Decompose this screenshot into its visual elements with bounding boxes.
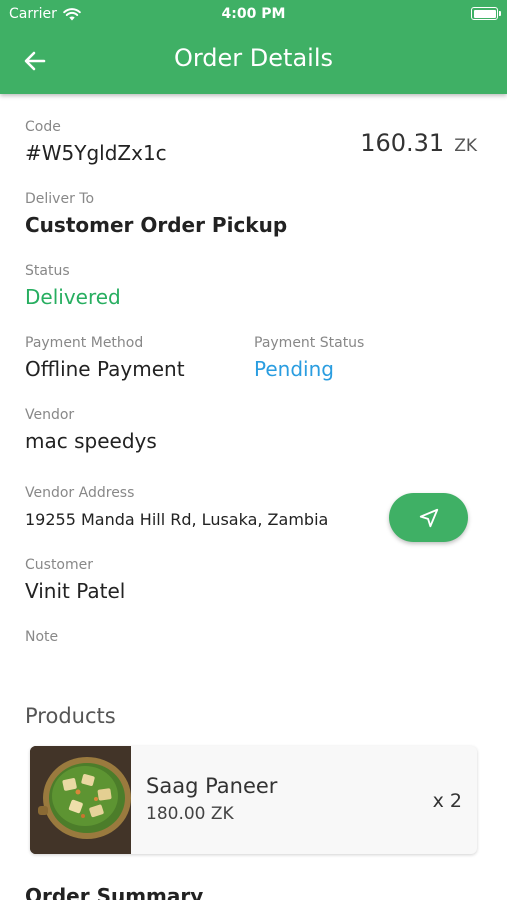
vendor-address-field: Vendor Address 19255 Manda Hill Rd, Lusa…	[25, 485, 328, 529]
vendor-field: Vendor mac speedys	[25, 407, 157, 453]
payment-status-field: Payment Status Pending	[254, 335, 364, 381]
page-title: Order Details	[173, 44, 334, 72]
payment-method-label: Payment Method	[25, 335, 144, 351]
status-field: Status Delivered	[25, 263, 121, 309]
deliver-to-value: Customer Order Pickup	[25, 213, 288, 237]
payment-method-value: Offline Payment	[25, 357, 185, 381]
status-time: 4:00 PM	[221, 6, 286, 22]
note-field: Note	[25, 629, 58, 651]
order-summary-heading: Order Summary	[25, 884, 204, 900]
customer-value: Vinit Patel	[25, 579, 126, 603]
app-header: Carrier 4:00 PM Order Details	[0, 0, 507, 94]
status-label: Status	[25, 263, 70, 279]
product-quantity: x 2	[432, 790, 462, 812]
payment-status-value: Pending	[254, 357, 334, 381]
navigation-arrow-icon	[419, 508, 438, 527]
vendor-label: Vendor	[25, 407, 75, 423]
amount-value: 160.31	[360, 129, 445, 157]
product-name: Saag Paneer	[146, 774, 278, 798]
navigate-button[interactable]	[389, 493, 468, 542]
order-code-field: Code #W5YgldZx1c	[25, 119, 167, 165]
payment-method-field: Payment Method Offline Payment	[25, 335, 185, 381]
vendor-address-label: Vendor Address	[25, 485, 135, 501]
status-bar: Carrier 4:00 PM	[0, 0, 507, 28]
order-code: #W5YgldZx1c	[25, 141, 167, 165]
customer-field: Customer Vinit Patel	[25, 557, 125, 603]
note-label: Note	[25, 629, 59, 645]
payment-status-label: Payment Status	[254, 335, 365, 351]
vendor-value: mac speedys	[25, 429, 157, 453]
customer-label: Customer	[25, 557, 94, 573]
amount-currency: ZK	[454, 136, 477, 156]
deliver-to-label: Deliver To	[25, 191, 95, 207]
product-image	[30, 746, 131, 854]
code-label: Code	[25, 119, 61, 135]
product-card[interactable]: Saag Paneer 180.00 ZK x 2	[30, 746, 477, 854]
product-price: 180.00 ZK	[146, 804, 234, 824]
order-amount: 160.31 ZK	[360, 129, 477, 157]
battery-icon	[471, 7, 501, 20]
status-value: Delivered	[25, 285, 121, 309]
vendor-address-value: 19255 Manda Hill Rd, Lusaka, Zambia	[25, 510, 329, 529]
products-heading: Products	[25, 704, 116, 728]
deliver-to-field: Deliver To Customer Order Pickup	[25, 191, 287, 237]
